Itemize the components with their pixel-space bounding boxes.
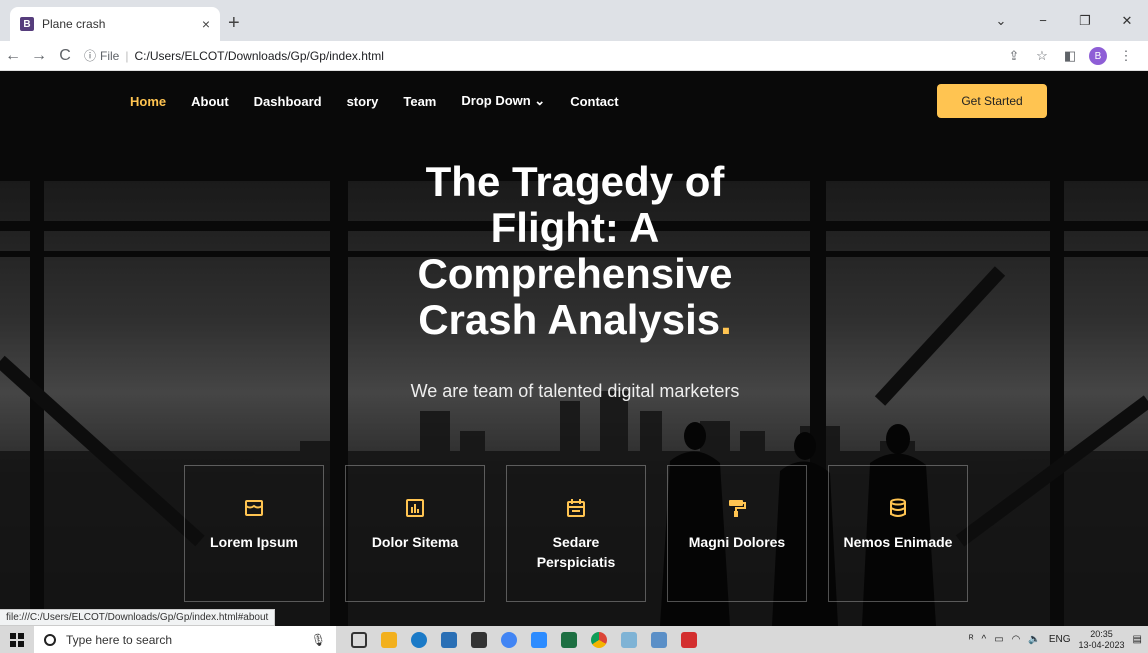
feature-box[interactable]: Nemos Enimade <box>828 465 968 602</box>
database-icon <box>890 498 906 517</box>
tab-close-icon[interactable]: × <box>202 16 210 32</box>
address-bar: ← → C ⓘ File | C:/Users/ELCOT/Downloads/… <box>0 41 1148 71</box>
calendar-icon <box>567 499 585 517</box>
menu-kebab-icon[interactable]: ⋮ <box>1112 48 1140 64</box>
feature-box-label: Sedare Perspiciatis <box>536 534 616 570</box>
reload-icon[interactable]: C <box>52 47 78 65</box>
nav-team[interactable]: Team <box>403 94 436 109</box>
feature-box-label: Lorem Ipsum <box>210 534 298 550</box>
taskbar-apps <box>344 626 704 653</box>
battery-icon[interactable]: ▭ <box>994 634 1003 645</box>
store-icon <box>245 500 263 516</box>
notepad-icon[interactable] <box>644 626 674 653</box>
nav-home[interactable]: Home <box>130 94 166 109</box>
url-separator: | <box>125 48 129 63</box>
taskbar-search-placeholder: Type here to search <box>66 632 173 647</box>
main-nav: Home About Dashboard story Team Drop Dow… <box>130 71 619 131</box>
chrome-alt-icon[interactable] <box>494 626 524 653</box>
feature-box-label: Dolor Sitema <box>371 534 459 550</box>
browser-tab[interactable]: B Plane crash × <box>10 7 220 41</box>
windows-taskbar: Type here to search 🎙 ᴿ ^ ▭ ◠ 🔈 ENG 20:3… <box>0 626 1148 653</box>
hero-title-line: Flight: A <box>490 204 660 251</box>
clock[interactable]: 20:35 13-04-2023 <box>1079 629 1125 651</box>
bar-chart-icon <box>406 499 424 517</box>
tab-search-icon[interactable]: ⌄ <box>980 13 1022 29</box>
feature-box[interactable]: Dolor Sitema <box>345 465 485 602</box>
zoom-icon[interactable] <box>524 626 554 653</box>
hero-title: The Tragedy of Flight: A Comprehensive C… <box>300 159 850 343</box>
tab-title: Plane crash <box>42 17 106 31</box>
hero-title-line: The Tragedy of <box>425 158 725 205</box>
paint-roller-icon <box>729 500 746 517</box>
snip-icon[interactable] <box>614 626 644 653</box>
windows-start-button[interactable] <box>0 626 34 653</box>
feature-boxes: Lorem Ipsum Dolor Sitema Sedare Perspici… <box>184 465 968 602</box>
bookmark-star-icon[interactable]: ☆ <box>1028 48 1056 64</box>
feature-box[interactable]: Magni Dolores <box>667 465 807 602</box>
nav-contact[interactable]: Contact <box>570 94 618 109</box>
profile-avatar[interactable]: B <box>1089 47 1107 65</box>
status-bar-url: file:///C:/Users/ELCOT/Downloads/Gp/Gp/i… <box>0 609 276 626</box>
side-panel-icon[interactable]: ◧ <box>1056 48 1084 64</box>
maximize-button[interactable]: ❐ <box>1064 13 1106 29</box>
feature-box-label: Nemos Enimade <box>843 534 953 550</box>
chevron-up-icon[interactable]: ^ <box>981 634 986 645</box>
hero-title-line: Crash Analysis <box>418 296 721 343</box>
taskbar-search-box[interactable]: Type here to search 🎙 <box>34 626 336 653</box>
close-window-button[interactable]: ✕ <box>1106 13 1148 29</box>
window-controls: ⌄ − ❐ ✕ <box>980 0 1148 41</box>
excel-icon[interactable] <box>554 626 584 653</box>
clock-time: 20:35 <box>1090 628 1113 639</box>
bootstrap-favicon-icon: B <box>20 17 34 31</box>
browser-tabbar: B Plane crash × + ⌄ − ❐ ✕ <box>0 0 1148 41</box>
hero-title-line: Comprehensive <box>417 250 733 297</box>
edge-icon[interactable] <box>404 626 434 653</box>
feature-box[interactable]: Sedare Perspiciatis <box>506 465 646 602</box>
feature-box-label: Magni Dolores <box>688 534 786 550</box>
share-icon[interactable]: ⇪ <box>1000 48 1028 64</box>
forward-icon[interactable]: → <box>26 47 52 65</box>
acrobat-icon[interactable] <box>674 626 704 653</box>
file-explorer-icon[interactable] <box>374 626 404 653</box>
omnibox[interactable]: ⓘ File | C:/Users/ELCOT/Downloads/Gp/Gp/… <box>84 47 384 64</box>
info-icon[interactable]: ⓘ <box>84 47 96 64</box>
cortana-icon <box>44 633 56 646</box>
task-view-icon[interactable] <box>344 626 374 653</box>
windows-logo-icon <box>10 632 24 647</box>
language-indicator[interactable]: ENG <box>1049 634 1071 645</box>
new-tab-button[interactable]: + <box>228 12 240 35</box>
notification-icon[interactable]: ▤ <box>1133 634 1142 645</box>
people-icon[interactable]: ᴿ <box>969 634 974 645</box>
url-scheme: File <box>100 48 120 63</box>
minimize-button[interactable]: − <box>1022 13 1064 28</box>
back-icon[interactable]: ← <box>0 47 26 65</box>
chrome-icon[interactable] <box>584 626 614 653</box>
volume-icon[interactable]: 🔈 <box>1028 634 1040 645</box>
system-tray: ᴿ ^ ▭ ◠ 🔈 ENG 20:35 13-04-2023 ▤ <box>969 626 1148 653</box>
microphone-icon[interactable]: 🎙 <box>311 633 326 647</box>
toolbar-actions: ⇪ ☆ ◧ B ⋮ <box>1000 41 1140 71</box>
feature-box[interactable]: Lorem Ipsum <box>184 465 324 602</box>
hero-subtitle: We are team of talented digital marketer… <box>410 381 740 401</box>
web-page: Home About Dashboard story Team Drop Dow… <box>0 71 1148 626</box>
url-text[interactable]: C:/Users/ELCOT/Downloads/Gp/Gp/index.htm… <box>134 49 383 63</box>
nav-dropdown[interactable]: Drop Down ⌄ <box>461 93 545 109</box>
mail-icon[interactable] <box>434 626 464 653</box>
nav-dashboard[interactable]: Dashboard <box>254 94 322 109</box>
get-started-button[interactable]: Get Started <box>937 84 1047 118</box>
clock-date: 13-04-2023 <box>1078 639 1125 650</box>
nav-story[interactable]: story <box>347 94 379 109</box>
wifi-icon[interactable]: ◠ <box>1012 634 1021 645</box>
store-app-icon[interactable] <box>464 626 494 653</box>
hero-title-dot: . <box>720 296 732 343</box>
nav-about[interactable]: About <box>191 94 229 109</box>
